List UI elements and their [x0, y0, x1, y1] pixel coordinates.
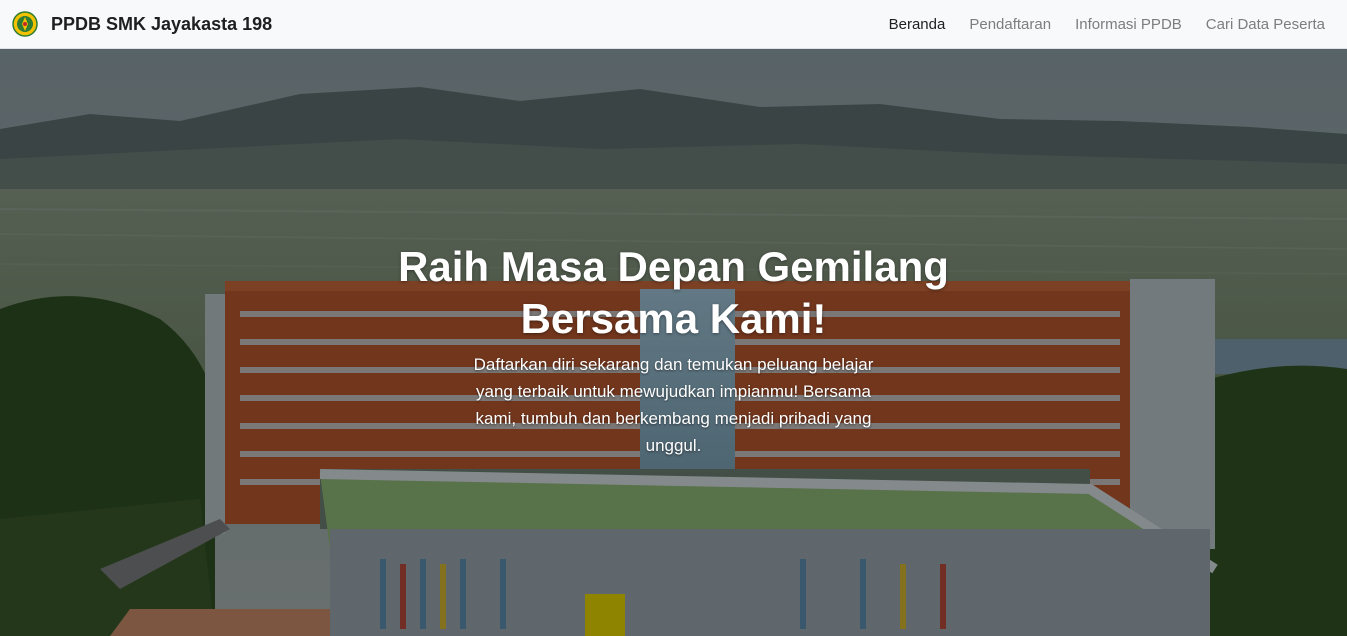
hero-content: Raih Masa Depan Gemilang Bersama Kami! D…	[0, 241, 1347, 459]
brand-link[interactable]: PPDB SMK Jayakasta 198	[12, 11, 272, 37]
main-nav: Beranda Pendaftaran Informasi PPDB Cari …	[877, 16, 1337, 33]
brand-title: PPDB SMK Jayakasta 198	[51, 13, 273, 34]
hero-description: Daftarkan diri sekarang dan temukan pelu…	[473, 355, 874, 455]
nav-link-cari-data-peserta[interactable]: Cari Data Peserta	[1194, 16, 1337, 33]
nav-link-informasi-ppdb[interactable]: Informasi PPDB	[1063, 16, 1194, 33]
school-emblem-icon	[12, 11, 38, 37]
hero-section: Raih Masa Depan Gemilang Bersama Kami! D…	[0, 49, 1347, 636]
hero-title: Raih Masa Depan Gemilang Bersama Kami!	[398, 243, 949, 342]
nav-link-beranda[interactable]: Beranda	[877, 16, 958, 33]
top-navbar: PPDB SMK Jayakasta 198 Beranda Pendaftar…	[0, 0, 1347, 49]
nav-link-pendaftaran[interactable]: Pendaftaran	[957, 16, 1063, 33]
